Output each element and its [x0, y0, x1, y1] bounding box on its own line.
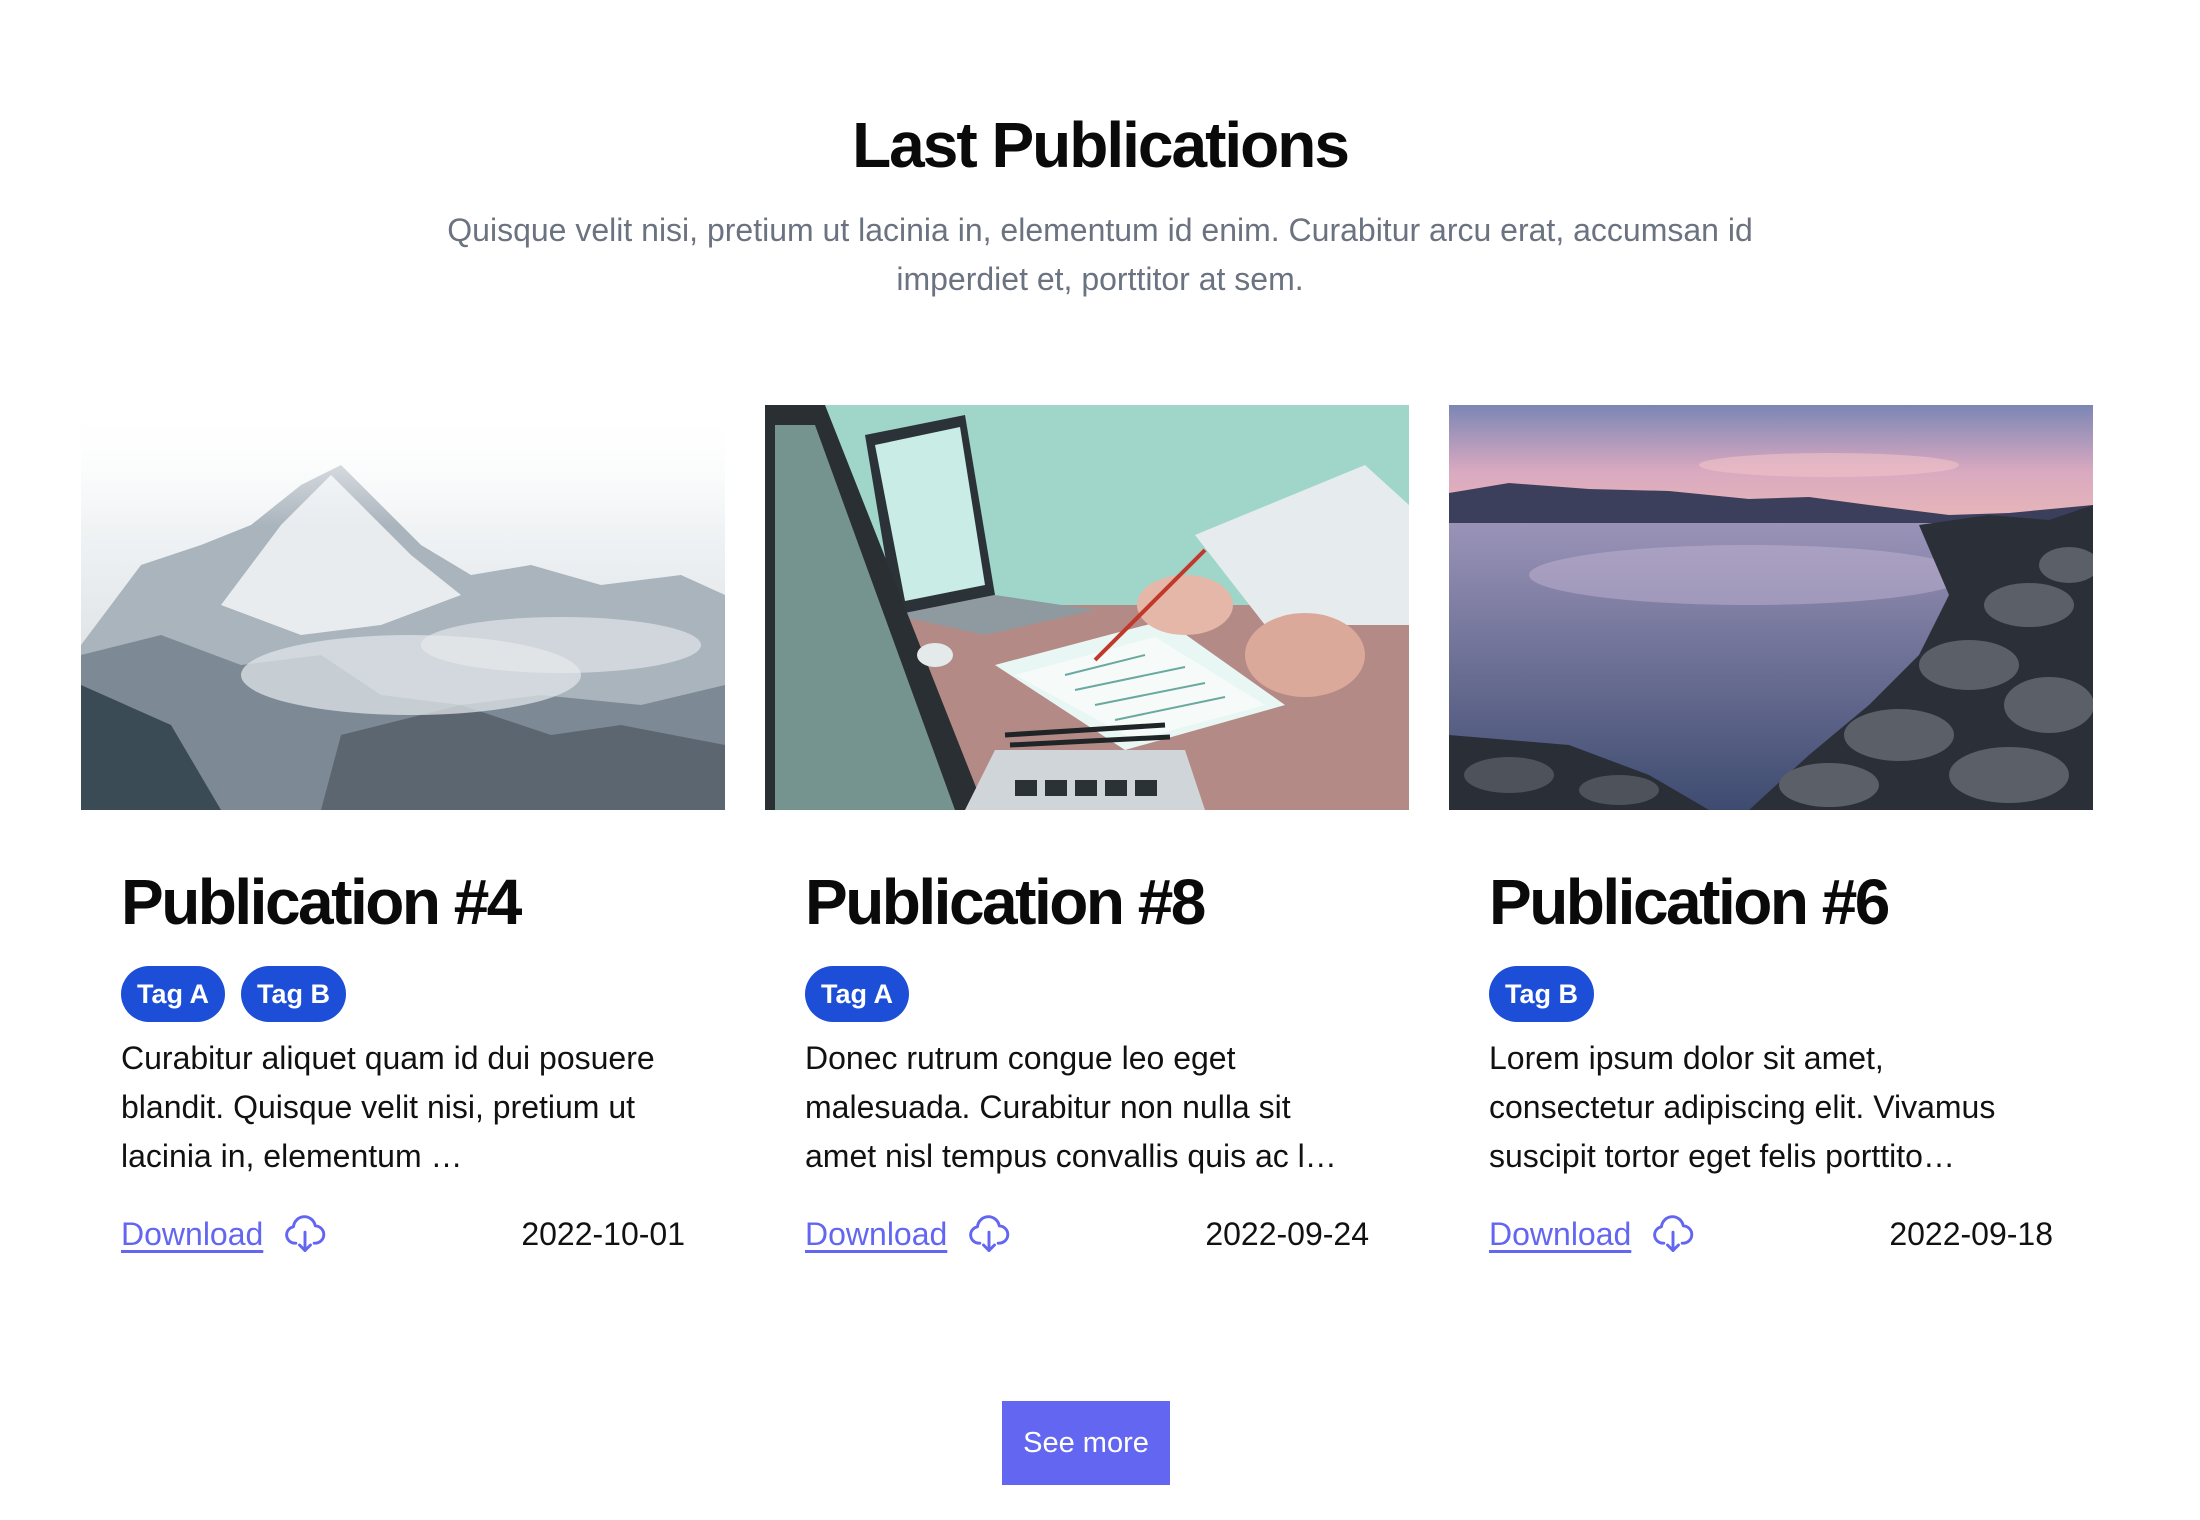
section-title: Last Publications	[852, 109, 1350, 181]
publication-title: Publication #8	[805, 866, 1206, 938]
cloud-download-icon[interactable]	[967, 1212, 1011, 1256]
tag-list: Tag B	[1489, 966, 2053, 1022]
card-footer: Download 2022-09-24	[805, 1209, 1369, 1259]
cloud-download-icon[interactable]	[283, 1212, 327, 1256]
publication-card: Publication #4 Tag A Tag B Curabitur ali…	[81, 405, 725, 1259]
section-subtitle: Quisque velit nisi, pretium ut lacinia i…	[447, 212, 1753, 297]
download-link[interactable]: Download	[805, 1216, 947, 1253]
publication-date: 2022-10-01	[521, 1215, 685, 1252]
publication-description: Lorem ipsum dolor sit amet, consectetur …	[1489, 1040, 1996, 1174]
cloud-download-icon[interactable]	[1651, 1212, 1695, 1256]
publication-image-coast	[1449, 405, 2093, 810]
publications-section: Last Publications Quisque velit nisi, pr…	[0, 0, 2200, 1520]
card-footer: Download 2022-09-18	[1489, 1209, 2053, 1259]
publication-date: 2022-09-18	[1889, 1215, 2053, 1252]
tag-list: Tag A Tag B	[121, 966, 685, 1022]
see-more-button[interactable]: See more	[1002, 1401, 1170, 1485]
tag-badge: Tag B	[1489, 966, 1594, 1022]
download-link[interactable]: Download	[1489, 1216, 1631, 1253]
publication-description: Curabitur aliquet quam id dui posuere bl…	[121, 1040, 655, 1174]
publication-title: Publication #4	[121, 866, 522, 938]
publication-description: Donec rutrum congue leo eget malesuada. …	[805, 1040, 1337, 1174]
publication-image-laptop	[765, 405, 1409, 810]
publication-image-mountain	[81, 405, 725, 810]
tag-badge: Tag B	[241, 966, 346, 1022]
publication-date: 2022-09-24	[1205, 1215, 1369, 1252]
publication-card: Publication #8 Tag A Donec rutrum congue…	[765, 405, 1409, 1259]
publication-title: Publication #6	[1489, 866, 1890, 938]
tag-badge: Tag A	[805, 966, 909, 1022]
tag-list: Tag A	[805, 966, 1369, 1022]
download-link[interactable]: Download	[121, 1216, 263, 1253]
tag-badge: Tag A	[121, 966, 225, 1022]
publication-card: Publication #6 Tag B Lorem ipsum dolor s…	[1449, 405, 2093, 1259]
card-footer: Download 2022-10-01	[121, 1209, 685, 1259]
